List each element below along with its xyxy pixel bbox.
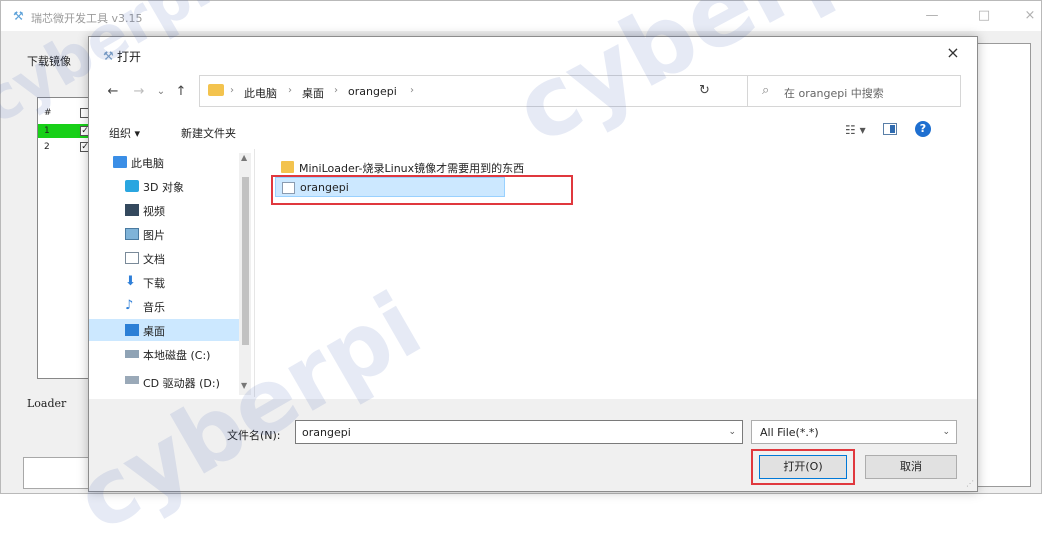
tab-download-image[interactable]: 下载镜像 <box>27 53 71 69</box>
filename-label: 文件名(N): <box>227 429 281 442</box>
breadcrumb-desktop[interactable]: 桌面 <box>302 85 324 101</box>
nav-item-label: 此电脑 <box>131 157 164 170</box>
background-window-title: 瑞芯微开发工具 v3.15 <box>31 12 143 25</box>
recent-locations-button[interactable]: ⌄ <box>151 83 171 101</box>
nav-item-music[interactable]: ♪ 音乐 <box>89 295 239 317</box>
open-file-dialog: ⚒ 打开 × ← → ⌄ ↑ › 此电脑 › 桌面 › orangepi › ⌄… <box>88 36 978 492</box>
breadcrumb-this-pc[interactable]: 此电脑 <box>244 85 277 101</box>
nav-item-label: 桌面 <box>143 325 165 338</box>
pictures-icon <box>125 228 139 240</box>
documents-icon <box>125 252 139 264</box>
cd-drive-icon <box>125 376 139 384</box>
maximize-button[interactable]: □ <box>971 8 997 24</box>
nav-item-3d-objects[interactable]: 3D 对象 <box>89 175 239 197</box>
red-highlight-file <box>271 175 573 205</box>
navigation-pane: 此电脑 3D 对象 视频 图片 文档 ⬇ 下载 ♪ 音乐 桌面 本地磁盘 (C:… <box>89 149 255 397</box>
refresh-icon[interactable]: ↻ <box>699 83 710 98</box>
breadcrumb-separator: › <box>334 85 338 96</box>
background-right-panel <box>976 43 1031 487</box>
up-button[interactable]: ↑ <box>171 83 191 101</box>
dialog-app-icon: ⚒ <box>103 49 114 63</box>
nav-item-label: 音乐 <box>143 301 165 314</box>
address-bar[interactable]: › 此电脑 › 桌面 › orangepi › ⌄ <box>199 75 771 107</box>
filter-value: All File(*.*) <box>760 426 819 439</box>
nav-item-label: 文档 <box>143 253 165 266</box>
breadcrumb-orangepi[interactable]: orangepi <box>348 85 397 98</box>
video-icon <box>125 204 139 216</box>
nav-item-label: CD 驱动器 (D:) <box>143 377 220 390</box>
nav-item-label: 3D 对象 <box>143 181 184 194</box>
file-name: MiniLoader-烧录Linux镜像才需要用到的东西 <box>299 162 525 175</box>
nav-item-label: 图片 <box>143 229 165 242</box>
row-number: 1 <box>44 126 50 136</box>
nav-item-local-disk[interactable]: 本地磁盘 (C:) <box>89 343 239 365</box>
row-number: 2 <box>44 142 50 152</box>
filename-input[interactable]: orangepi ⌄ <box>295 420 743 444</box>
chevron-down-icon[interactable]: ⌄ <box>728 427 736 437</box>
filename-value: orangepi <box>302 426 351 439</box>
folder-icon <box>208 84 224 96</box>
view-options-button[interactable]: ☷ ▾ <box>845 123 866 137</box>
3d-objects-icon <box>125 180 139 192</box>
nav-item-this-pc[interactable]: 此电脑 <box>89 151 239 173</box>
dialog-close-button[interactable]: × <box>943 43 963 63</box>
loader-label: Loader <box>27 397 67 410</box>
breadcrumb-separator: › <box>230 85 234 96</box>
chevron-down-icon[interactable]: ⌄ <box>942 427 950 437</box>
resize-grip-icon[interactable]: ⋰ <box>966 479 974 488</box>
nav-item-pictures[interactable]: 图片 <box>89 223 239 245</box>
scrollbar-thumb[interactable] <box>242 177 249 345</box>
dialog-title: 打开 <box>117 50 142 64</box>
music-icon: ♪ <box>125 298 134 313</box>
folder-icon <box>281 161 294 173</box>
nav-item-cd-drive[interactable]: CD 驱动器 (D:) <box>89 367 239 390</box>
nav-item-documents[interactable]: 文档 <box>89 247 239 269</box>
breadcrumb-separator: › <box>410 85 414 96</box>
new-folder-button[interactable]: 新建文件夹 <box>181 125 236 141</box>
desktop-icon <box>125 324 139 336</box>
forward-button[interactable]: → <box>129 83 149 101</box>
scroll-down-icon[interactable]: ▼ <box>241 381 247 390</box>
drive-icon <box>125 350 139 358</box>
file-type-filter[interactable]: All File(*.*) ⌄ <box>751 420 957 444</box>
nav-pane-scrollbar[interactable]: ▲ ▼ <box>239 153 251 395</box>
window-close-button[interactable]: × <box>1017 8 1042 24</box>
nav-item-label: 视频 <box>143 205 165 218</box>
app-icon: ⚒ <box>13 9 24 23</box>
search-icon: ⌕ <box>762 83 770 98</box>
minimize-button[interactable]: — <box>919 8 945 24</box>
nav-item-label: 本地磁盘 (C:) <box>143 349 211 362</box>
help-icon[interactable]: ? <box>915 121 931 137</box>
table-header-num: # <box>44 108 52 118</box>
nav-item-downloads[interactable]: ⬇ 下载 <box>89 271 239 293</box>
search-box[interactable]: ⌕ 在 orangepi 中搜索 <box>747 75 961 107</box>
organize-button[interactable]: 组织 ▾ <box>109 125 140 141</box>
nav-item-desktop[interactable]: 桌面 <box>89 319 239 341</box>
back-button[interactable]: ← <box>103 83 123 101</box>
scroll-up-icon[interactable]: ▲ <box>241 153 247 162</box>
background-output-box <box>23 457 97 489</box>
nav-item-videos[interactable]: 视频 <box>89 199 239 221</box>
breadcrumb-separator: › <box>288 85 292 96</box>
preview-pane-icon[interactable] <box>883 123 897 135</box>
search-placeholder: 在 orangepi 中搜索 <box>784 87 884 100</box>
download-icon: ⬇ <box>125 274 136 289</box>
cancel-button[interactable]: 取消 <box>865 455 957 479</box>
file-list-item[interactable]: MiniLoader-烧录Linux镜像才需要用到的东西 <box>275 157 575 177</box>
red-highlight-open <box>751 449 855 485</box>
computer-icon <box>113 156 127 168</box>
nav-item-label: 下载 <box>143 277 165 290</box>
background-titlebar: ⚒ 瑞芯微开发工具 v3.15 — □ × <box>1 1 1041 31</box>
